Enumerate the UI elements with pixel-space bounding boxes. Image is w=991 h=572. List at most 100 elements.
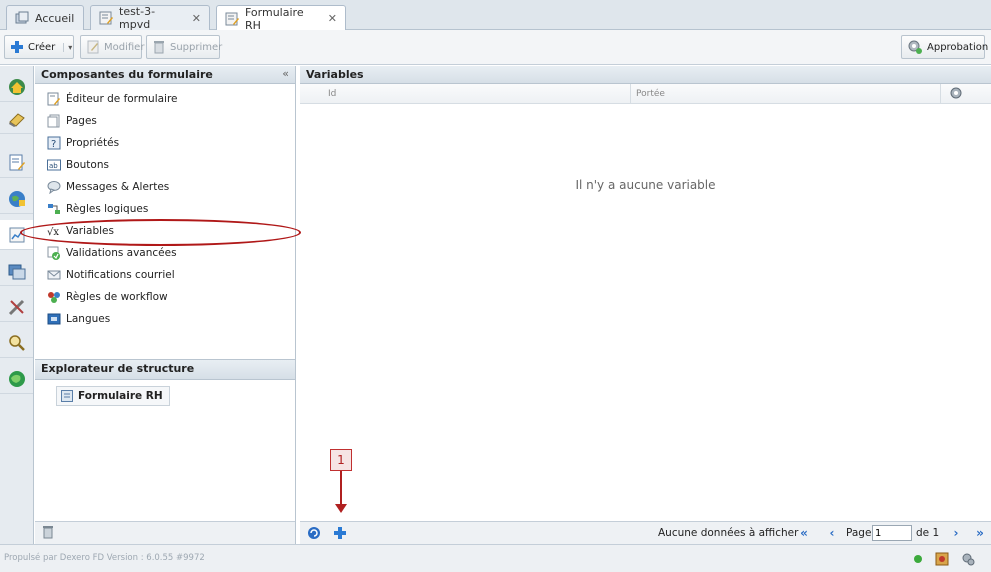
structure-explorer: Explorateur de structure Formulaire RH <box>35 359 295 521</box>
column-divider <box>630 84 631 104</box>
trash-icon <box>152 39 166 55</box>
module-sidebar <box>0 66 34 544</box>
component-item-logic-rules[interactable]: Règles logiques <box>35 198 295 220</box>
close-icon[interactable]: ✕ <box>328 12 337 25</box>
component-label: Boutons <box>66 159 109 171</box>
column-header-id[interactable]: Id <box>328 89 336 99</box>
edit-icon <box>86 39 100 55</box>
delete-label: Supprimer <box>170 41 223 53</box>
annotation-arrow-head <box>335 504 347 513</box>
explorer-header: Explorateur de structure <box>35 360 295 380</box>
components-list: Éditeur de formulaire Pages ? Propriétés… <box>35 84 295 330</box>
home-module-icon[interactable] <box>0 72 33 102</box>
component-item-form-editor[interactable]: Éditeur de formulaire <box>35 88 295 110</box>
approval-label: Approbation <box>927 41 989 53</box>
annotation-arrow <box>340 471 342 505</box>
highlight-ellipse <box>20 219 301 246</box>
component-label: Propriétés <box>66 137 120 149</box>
online-status-icon <box>910 551 926 567</box>
component-label: Pages <box>66 115 97 127</box>
gear-icon[interactable] <box>949 86 963 103</box>
tab-label: test-3-mpvd <box>119 5 156 31</box>
variables-panel-header: Variables <box>300 66 991 84</box>
explorer-title: Explorateur de structure <box>41 362 195 375</box>
validations-icon <box>47 246 61 260</box>
home-tab-icon <box>15 11 29 25</box>
close-icon[interactable]: ✕ <box>192 12 201 25</box>
column-divider <box>940 84 941 104</box>
email-notifications-icon <box>47 268 61 282</box>
component-item-messages[interactable]: Messages & Alertes <box>35 176 295 198</box>
component-item-properties[interactable]: ? Propriétés <box>35 132 295 154</box>
collapse-icon[interactable]: « <box>282 67 289 80</box>
tree-node-form[interactable]: Formulaire RH <box>56 386 170 406</box>
tab-accueil[interactable]: Accueil <box>6 5 84 30</box>
eraser-module-icon[interactable] <box>0 104 33 134</box>
search-module-icon[interactable] <box>0 328 33 358</box>
help-icon[interactable] <box>934 551 950 567</box>
plus-icon <box>10 39 24 55</box>
globe-module-icon[interactable] <box>0 184 33 214</box>
approval-button[interactable]: Approbation <box>901 35 989 59</box>
add-icon[interactable] <box>332 525 348 544</box>
tab-label: Accueil <box>35 11 75 25</box>
form-icon <box>225 12 239 26</box>
components-panel: Composantes du formulaire « Éditeur de f… <box>35 66 296 544</box>
buttons-icon: ab <box>47 158 61 172</box>
logic-rules-icon <box>47 202 61 216</box>
next-page-icon[interactable]: › <box>948 525 964 541</box>
status-bar: Propulsé par Dexero FD Version : 6.0.55 … <box>0 544 991 572</box>
first-page-icon[interactable]: « <box>796 525 812 541</box>
edit-label: Modifier <box>104 41 145 53</box>
tools-module-icon[interactable] <box>0 292 33 322</box>
variables-panel: Variables Id Portée Il n'y a aucune vari… <box>300 66 991 544</box>
page-total: de 1 <box>916 527 940 539</box>
empty-message: Il n'y a aucune variable <box>575 178 716 192</box>
archive-module-icon[interactable] <box>0 256 33 286</box>
form-editor-icon <box>47 92 61 106</box>
component-label: Validations avancées <box>66 247 177 259</box>
pager-status: Aucune données à afficher <box>658 527 799 539</box>
svg-text:ab: ab <box>49 162 58 170</box>
tab-label: Formulaire RH <box>245 5 304 32</box>
component-item-languages[interactable]: Langues <box>35 308 295 330</box>
tab-bar: Accueil test-3-mpvd ✕ Formulaire RH ✕ <box>0 0 991 32</box>
component-label: Règles de workflow <box>66 291 168 303</box>
gear-icon <box>907 39 923 55</box>
component-item-pages[interactable]: Pages <box>35 110 295 132</box>
component-label: Notifications courriel <box>66 269 175 281</box>
settings-icon[interactable] <box>960 551 976 567</box>
component-label: Règles logiques <box>66 203 149 215</box>
page-label: Page <box>846 527 872 539</box>
workflow-rules-icon <box>47 290 61 304</box>
delete-button[interactable]: Supprimer <box>146 35 223 59</box>
form-module-icon[interactable] <box>0 148 33 178</box>
form-node-icon <box>61 390 73 402</box>
prev-page-icon[interactable]: ‹ <box>824 525 840 541</box>
version-text: Propulsé par Dexero FD Version : 6.0.55 … <box>4 553 205 563</box>
grid-header: Id Portée <box>300 84 991 104</box>
tab-test-3-mpvd[interactable]: test-3-mpvd ✕ <box>90 5 210 31</box>
page-number-input[interactable] <box>872 525 912 541</box>
component-item-buttons[interactable]: ab Boutons <box>35 154 295 176</box>
messages-icon <box>47 180 61 194</box>
component-label: Éditeur de formulaire <box>66 93 178 105</box>
world-module-icon[interactable] <box>0 364 33 394</box>
trash-icon[interactable] <box>41 525 55 542</box>
edit-button[interactable]: Modifier <box>80 35 145 59</box>
component-label: Langues <box>66 313 111 325</box>
create-label: Créer <box>28 41 56 53</box>
create-button[interactable]: Créer ▾ <box>4 35 74 59</box>
properties-icon: ? <box>47 136 61 150</box>
refresh-icon[interactable] <box>306 525 322 544</box>
grid-footer: Aucune données à afficher « ‹ Page de 1 … <box>300 521 991 544</box>
component-label: Messages & Alertes <box>66 181 170 193</box>
component-item-email-notifications[interactable]: Notifications courriel <box>35 264 295 286</box>
component-item-workflow-rules[interactable]: Règles de workflow <box>35 286 295 308</box>
pages-icon <box>47 114 61 128</box>
chevron-down-icon[interactable]: ▾ <box>63 42 72 52</box>
column-header-portee[interactable]: Portée <box>636 89 665 99</box>
last-page-icon[interactable]: » <box>972 525 988 541</box>
tab-formulaire-rh[interactable]: Formulaire RH ✕ <box>216 5 346 32</box>
form-icon <box>99 11 113 25</box>
